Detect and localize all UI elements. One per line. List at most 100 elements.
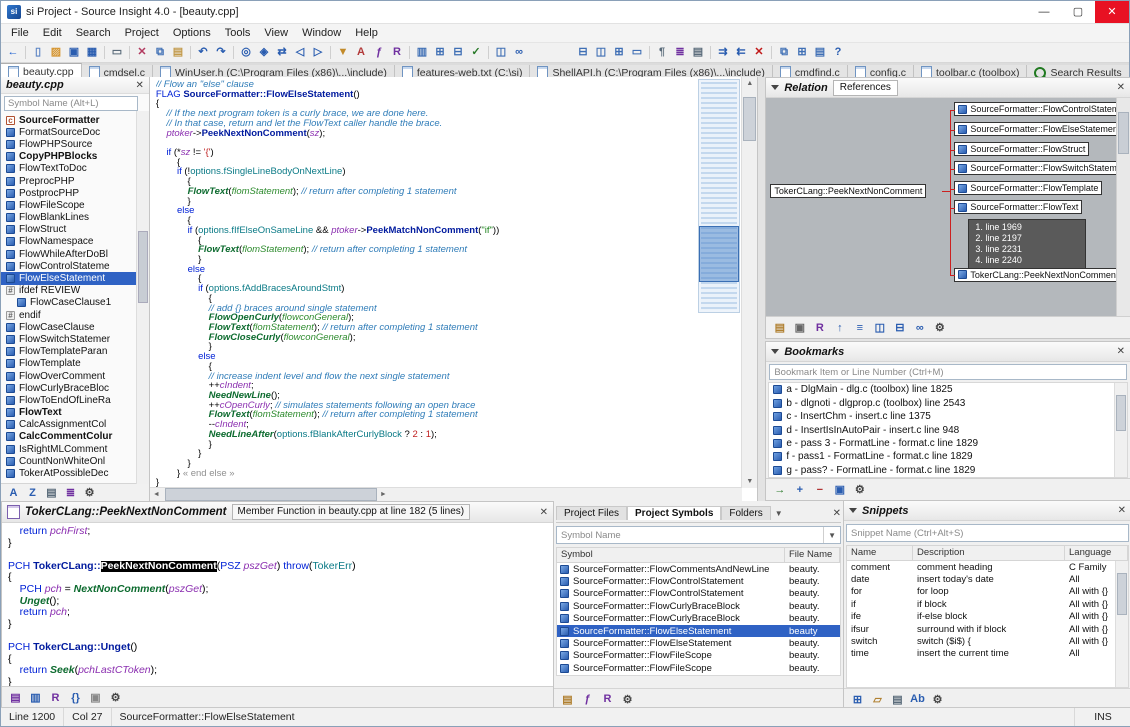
reference-line-item[interactable]: 3. line 2231 [975,244,1079,255]
table-row[interactable]: ifsur surround with if block All with {} [847,623,1128,635]
footer-icon[interactable]: → [771,482,788,498]
relation-node[interactable]: SourceFormatter::FlowElseStatement [954,122,1122,136]
column-header-symbol[interactable]: Symbol [557,548,785,562]
bookmark-search-input[interactable] [769,364,1127,380]
toolbar-icon[interactable]: ▥ [413,44,431,61]
relation-node[interactable]: SourceFormatter::FlowControlStatemen [954,102,1122,116]
footer-icon[interactable]: Ab [909,691,926,707]
table-row[interactable]: SourceFormatter::FlowCommentsAndNewLine … [557,563,840,575]
symbol-item[interactable]: PreprocPHP [1,175,149,187]
toolbar-icon[interactable]: ✕ [133,44,151,61]
project-symbol-input[interactable] [557,528,823,542]
scroll-up-icon[interactable]: ▲ [742,77,757,90]
toolbar-icon[interactable] [406,44,413,61]
toolbar-icon[interactable]: ≣ [671,44,689,61]
scroll-right-icon[interactable]: ► [377,488,390,501]
symbol-item[interactable]: SourceFormatter [1,114,149,126]
symbol-item[interactable]: CountNonWhiteOnl [1,455,149,467]
toolbar-icon[interactable]: ⧉ [151,44,169,61]
menu-item[interactable]: Search [69,26,118,40]
toolbar-icon[interactable]: ◈ [255,44,273,61]
close-icon[interactable]: ✕ [135,80,143,91]
scroll-down-icon[interactable]: ▼ [742,475,757,488]
symbol-name-input[interactable] [4,96,138,111]
toolbar-icon[interactable]: ⇉ [714,44,732,61]
toolbar-icon[interactable]: ⇄ [273,44,291,61]
editor-minimap[interactable] [698,79,740,313]
project-tab[interactable]: Project Symbols [627,506,721,520]
toolbar-icon[interactable] [187,44,194,61]
editor-code[interactable]: // Flow an "else" clauseFLAG SourceForma… [156,80,685,487]
close-icon[interactable]: ✕ [540,507,548,518]
toolbar-icon[interactable]: ◁ [291,44,309,61]
symbol-item[interactable]: FlowElseStatement [1,272,149,284]
references-tab[interactable]: References [833,80,898,96]
toolbar-icon[interactable]: ⊞ [610,44,628,61]
scroll-thumb[interactable] [743,97,756,141]
symbol-item[interactable]: FlowCaseClause1 [1,297,149,309]
footer-icon[interactable]: R [811,320,828,336]
toolbar-icon[interactable]: ← [4,44,22,61]
table-row[interactable]: SourceFormatter::FlowFileScope beauty. [557,650,840,662]
toolbar-icon[interactable]: ? [829,44,847,61]
table-row[interactable]: if if block All with {} [847,598,1128,610]
toolbar-icon[interactable]: ▤ [169,44,187,61]
column-header-description[interactable]: Description [913,546,1065,560]
footer-icon[interactable]: ▤ [771,320,788,336]
toolbar-icon[interactable] [230,44,237,61]
toolbar-icon[interactable]: ▦ [83,44,101,61]
footer-icon[interactable]: + [791,482,808,498]
menu-item[interactable]: Tools [218,26,258,40]
close-icon[interactable]: ✕ [1117,346,1125,357]
menu-item[interactable]: Help [348,26,385,40]
column-header-language[interactable]: Language [1065,546,1128,560]
footer-icon[interactable]: ▱ [869,691,886,707]
toolbar-icon[interactable] [101,44,108,61]
column-header-filename[interactable]: File Name [785,548,840,562]
toolbar-icon[interactable]: ▼ [334,44,352,61]
menu-item[interactable]: File [4,26,36,40]
code-editor[interactable]: // Flow an "else" clauseFLAG SourceForma… [150,77,758,501]
bookmark-item[interactable]: f - pass1 - FormatLine - format.c line 1… [769,450,1127,463]
symbol-item[interactable]: FlowFileScope [1,199,149,211]
relation-scrollbar[interactable] [1116,98,1130,316]
symbol-item[interactable]: FlowWhileAfterDoBl [1,248,149,260]
symbol-list-scrollbar[interactable] [136,111,149,484]
symbol-item[interactable]: FormatSourceDoc [1,126,149,138]
chevron-down-icon[interactable]: ▼ [823,527,840,543]
symbol-item[interactable]: FlowCaseClause [1,321,149,333]
footer-icon[interactable]: ▣ [791,320,808,336]
toolbar-icon[interactable] [528,44,574,61]
toolbar-icon[interactable]: ◫ [492,44,510,61]
menu-item[interactable]: Edit [36,26,69,40]
toolbar-icon[interactable]: ◫ [592,44,610,61]
bookmark-item[interactable]: g - pass? - FormatLine - format.c line 1… [769,464,1127,477]
symbol-item[interactable]: FlowBlankLines [1,212,149,224]
editor-horizontal-scrollbar[interactable]: ◄ ► [150,487,742,501]
table-row[interactable]: ife if-else block All with {} [847,611,1128,623]
bookmark-item[interactable]: c - InsertChm - insert.c line 1375 [769,410,1127,423]
footer-icon[interactable]: ⚙ [931,320,948,336]
bookmark-item[interactable]: e - pass 3 - FormatLine - format.c line … [769,437,1127,450]
toolbar-icon[interactable]: ⊞ [431,44,449,61]
footer-icon[interactable]: ⊟ [891,320,908,336]
symbol-item[interactable]: FlowControlStateme [1,260,149,272]
menu-item[interactable]: Options [166,26,218,40]
footer-icon[interactable]: ◫ [871,320,888,336]
symbol-item[interactable]: FlowText [1,407,149,419]
table-row[interactable]: comment comment heading C Family [847,561,1128,573]
snippet-search-input[interactable] [847,526,1128,540]
footer-icon[interactable]: ▥ [27,690,44,706]
menu-item[interactable]: View [257,26,295,40]
symbol-item[interactable]: CalcAssignmentCol [1,419,149,431]
menu-item[interactable]: Window [295,26,348,40]
table-row[interactable]: date insert today's date All [847,573,1128,585]
table-row[interactable]: SourceFormatter::FlowFileScope beauty. [557,662,840,674]
symbol-item[interactable]: CalcCommentColur [1,431,149,443]
project-tab[interactable]: Project Files [556,506,627,520]
symbol-item[interactable]: FlowCurlyBraceBloc [1,382,149,394]
footer-icon[interactable]: ⚙ [107,690,124,706]
context-code[interactable]: return pchFirst;} PCH TokerCLang::PeekNe… [2,523,553,686]
symbol-item[interactable]: FlowStruct [1,224,149,236]
footer-icon[interactable]: ⚙ [929,691,946,707]
